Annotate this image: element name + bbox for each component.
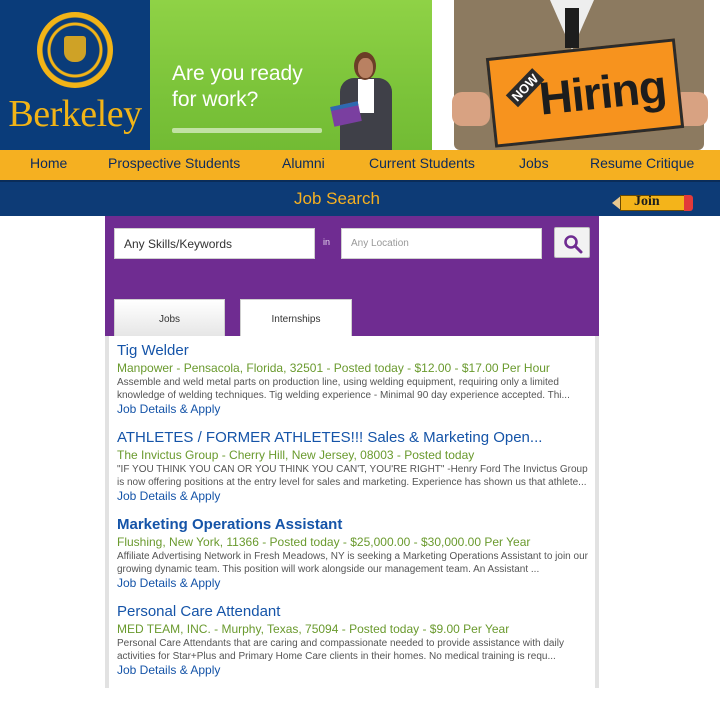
- job-details-link[interactable]: Job Details & Apply: [117, 402, 595, 417]
- job-description: Personal Care Attendants that are caring…: [117, 638, 564, 662]
- join-label: Join: [634, 194, 660, 209]
- job-search-bar: Job Search Join: [0, 180, 720, 216]
- job-meta: MED TEAM, INC. - Murphy, Texas, 75094 - …: [117, 622, 510, 636]
- job-details-link[interactable]: Job Details & Apply: [117, 663, 595, 678]
- job-details-link[interactable]: Job Details & Apply: [117, 576, 595, 591]
- nav-item-resume-critique[interactable]: Resume Critique: [590, 155, 694, 171]
- berkeley-logo[interactable]: Berkeley: [0, 0, 150, 150]
- search-icon: [564, 235, 583, 254]
- job-title-link[interactable]: Tig Welder: [117, 342, 595, 360]
- list-item: ATHLETES / FORMER ATHLETES!!! Sales & Ma…: [117, 429, 595, 504]
- tab-jobs[interactable]: Jobs: [114, 299, 225, 336]
- job-details-link[interactable]: Job Details & Apply: [117, 489, 595, 504]
- ready-headline-line1: Are you ready: [172, 62, 303, 85]
- list-item: Personal Care Attendant MED TEAM, INC. -…: [117, 603, 595, 678]
- nav-item-jobs[interactable]: Jobs: [519, 155, 549, 171]
- ready-for-work-banner: Are you ready for work?: [150, 0, 432, 150]
- list-item: Marketing Operations Assistant Flushing,…: [117, 516, 595, 591]
- logo-text: Berkeley: [8, 93, 142, 135]
- nav-item-home[interactable]: Home: [30, 155, 67, 171]
- nav-item-current-students[interactable]: Current Students: [369, 155, 475, 171]
- job-description: Assemble and weld metal parts on product…: [117, 377, 570, 401]
- in-label: in: [323, 237, 331, 247]
- now-hiring-photo: NOW Hiring: [432, 0, 720, 150]
- job-description: "IF YOU THINK YOU CAN OR YOU THINK YOU C…: [117, 464, 588, 488]
- nav-item-alumni[interactable]: Alumni: [282, 155, 325, 171]
- job-description: Affiliate Advertising Network in Fresh M…: [117, 551, 588, 575]
- location-input[interactable]: [341, 228, 542, 259]
- keywords-input[interactable]: [114, 228, 315, 259]
- page-title: Job Search: [294, 189, 380, 208]
- job-meta: Manpower - Pensacola, Florida, 32501 - P…: [117, 361, 550, 375]
- university-seal-icon: [37, 12, 113, 88]
- job-title-link[interactable]: Personal Care Attendant: [117, 603, 595, 621]
- tab-internships[interactable]: Internships: [240, 299, 352, 336]
- main-nav: Home Prospective Students Alumni Current…: [0, 150, 720, 180]
- header-banner: Berkeley Are you ready for work? NOW Hir…: [0, 0, 720, 150]
- job-meta: Flushing, New York, 11366 - Posted today…: [117, 535, 531, 549]
- student-photo: [328, 52, 402, 150]
- join-button[interactable]: Join: [612, 194, 694, 212]
- job-title-link[interactable]: ATHLETES / FORMER ATHLETES!!! Sales & Ma…: [117, 429, 595, 447]
- nav-item-prospective-students[interactable]: Prospective Students: [108, 155, 240, 171]
- job-search-widget: in Jobs Internships: [105, 216, 599, 336]
- job-results-list: Tig Welder Manpower - Pensacola, Florida…: [105, 336, 599, 688]
- job-title-link[interactable]: Marketing Operations Assistant: [117, 516, 595, 534]
- job-meta: The Invictus Group - Cherry Hill, New Je…: [117, 448, 475, 462]
- ready-subtext-placeholder: [172, 128, 322, 133]
- ready-headline-line2: for work?: [172, 88, 259, 111]
- search-button[interactable]: [554, 227, 590, 258]
- list-item: Tig Welder Manpower - Pensacola, Florida…: [117, 342, 595, 417]
- hiring-sign-word: Hiring: [536, 59, 669, 125]
